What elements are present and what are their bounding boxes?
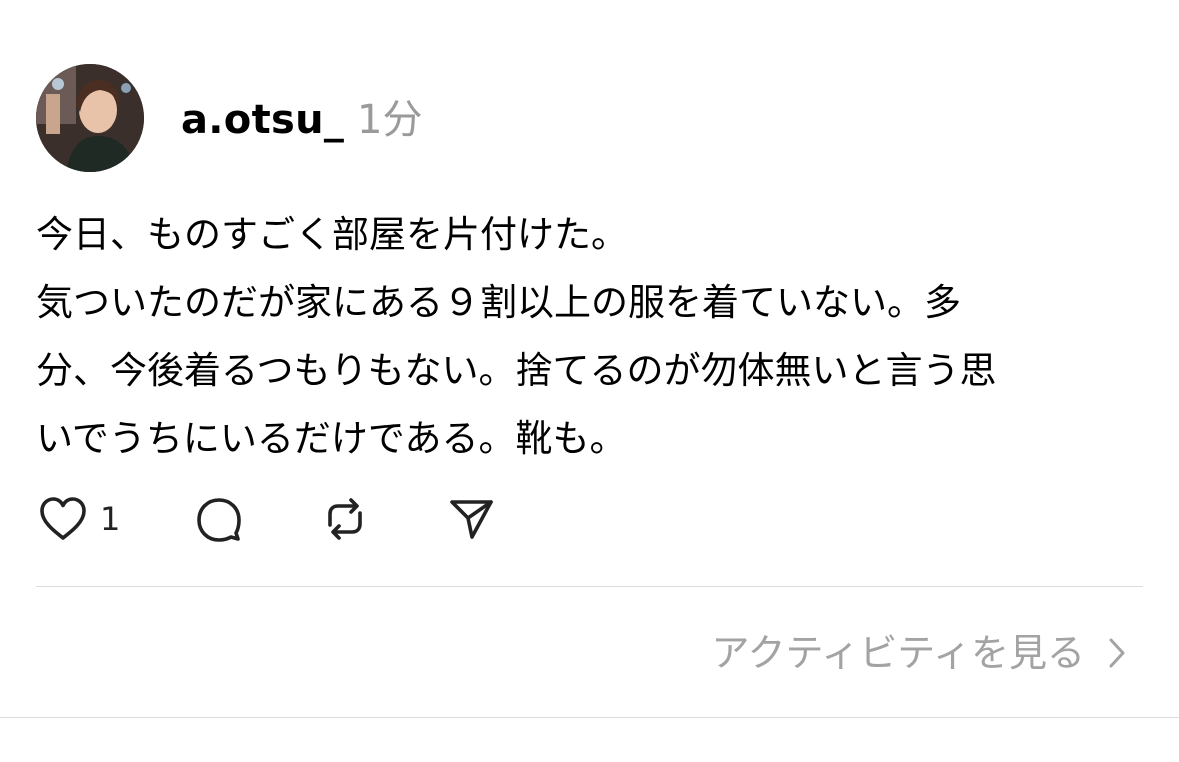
post-text-line: 分、今後着るつもりもない。捨てるのが勿体無いと言う思 — [36, 349, 997, 392]
username[interactable]: a.otsu_ — [181, 96, 344, 144]
divider — [36, 586, 1143, 587]
comment-button[interactable] — [192, 492, 246, 546]
view-activity-label: アクティビティを見る — [711, 631, 1085, 675]
repost-icon — [328, 498, 362, 540]
avatar[interactable] — [36, 64, 144, 172]
heart-icon — [40, 497, 86, 540]
like-button[interactable]: 1 — [36, 492, 120, 546]
post-text-line: 気ついたのだが家にある９割以上の服を着ていない。多 — [36, 281, 961, 324]
view-activity-link[interactable]: アクティビティを見る — [711, 626, 1127, 680]
share-button[interactable] — [444, 492, 498, 546]
post-text-line: いでうちにいるだけである。靴も。 — [36, 417, 627, 460]
chevron-right-icon — [1109, 638, 1125, 668]
like-count: 1 — [100, 500, 121, 538]
share-icon — [450, 500, 493, 539]
post-time: 1分 — [357, 97, 423, 143]
post-text-line: 今日、ものすごく部屋を片付けた。 — [36, 213, 628, 256]
post-body: 今日、ものすごく部屋を片付けた。 気ついたのだが家にある９割以上の服を着ていない… — [36, 201, 1146, 473]
repost-button[interactable] — [318, 492, 372, 546]
divider — [0, 717, 1179, 718]
comment-icon — [197, 498, 241, 542]
avatar-photo — [36, 64, 144, 172]
